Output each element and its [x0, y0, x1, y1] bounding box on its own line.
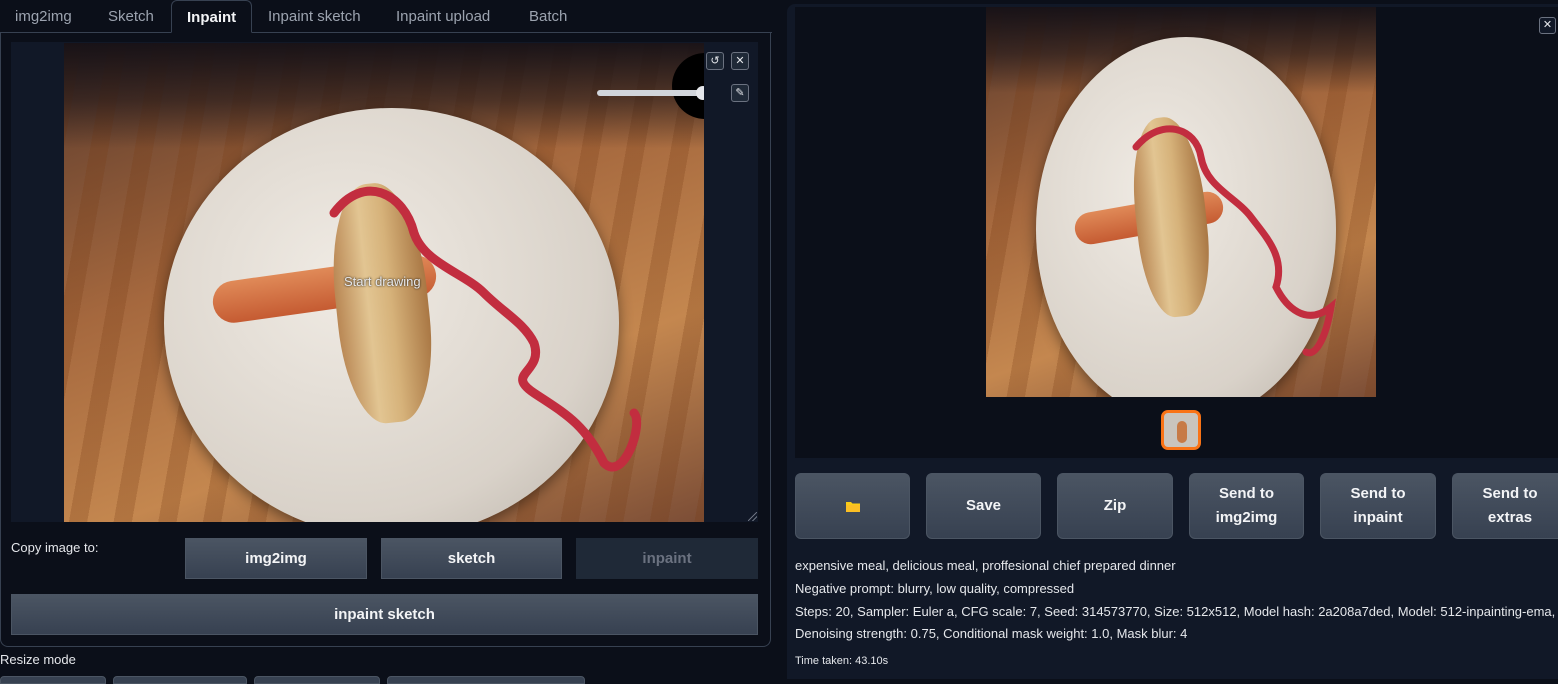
resize-mode-option[interactable]	[113, 676, 247, 684]
output-gallery	[795, 7, 1558, 458]
save-button[interactable]: Save	[926, 473, 1041, 539]
resize-handle[interactable]	[748, 512, 757, 521]
button-label-line1: Send to	[1350, 485, 1406, 502]
copy-to-sketch-button[interactable]: sketch	[381, 538, 562, 579]
output-image[interactable]	[986, 7, 1376, 397]
source-image[interactable]: Start drawing	[64, 43, 704, 522]
button-label-line2: inpaint	[1353, 509, 1403, 526]
resize-mode-option[interactable]	[0, 676, 106, 684]
tab-inpaint-upload[interactable]: Inpaint upload	[381, 0, 505, 33]
generation-params-continued: Denoising strength: 0.75, Conditional ma…	[795, 626, 1188, 641]
tab-batch[interactable]: Batch	[514, 0, 582, 33]
zip-button[interactable]: Zip	[1057, 473, 1173, 539]
button-label-line1: Send to	[1482, 485, 1538, 502]
close-icon[interactable]: ✕	[731, 52, 749, 70]
brush-size-thumb[interactable]	[696, 86, 704, 100]
inpaint-canvas[interactable]: Start drawing ↺ ✕ ✎	[11, 42, 758, 522]
copy-to-inpaint-button: inpaint	[576, 538, 758, 579]
brush-icon[interactable]: ✎	[731, 84, 749, 102]
button-label-line2: img2img	[1215, 509, 1278, 526]
tab-sketch[interactable]: Sketch	[93, 0, 169, 33]
generation-params: Steps: 20, Sampler: Euler a, CFG scale: …	[795, 604, 1556, 619]
resize-mode-label: Resize mode	[0, 652, 76, 667]
send-to-img2img-button[interactable]: Send to img2img	[1189, 473, 1304, 539]
button-label-line2: extras	[1487, 509, 1533, 526]
copy-to-img2img-button[interactable]: img2img	[185, 538, 367, 579]
time-taken: Time taken: 43.10s	[795, 655, 889, 667]
send-to-extras-button[interactable]: Send to extras	[1452, 473, 1558, 539]
copy-to-inpaint-sketch-button[interactable]: inpaint sketch	[11, 594, 758, 635]
button-label-line1: Send to	[1219, 485, 1274, 502]
tab-bar: img2img Sketch Inpaint Inpaint sketch In…	[0, 0, 772, 33]
generation-negative-prompt: Negative prompt: blurry, low quality, co…	[795, 581, 1075, 596]
tab-inpaint[interactable]: Inpaint	[171, 0, 253, 33]
gallery-thumbnail[interactable]	[1161, 410, 1201, 450]
canvas-placeholder: Start drawing	[344, 274, 421, 289]
brush-size-slider[interactable]	[597, 90, 704, 96]
open-folder-button[interactable]	[795, 473, 910, 539]
ketchup-drizzle	[1132, 125, 1336, 357]
folder-icon	[845, 502, 860, 512]
resize-mode-option[interactable]	[387, 676, 585, 684]
copy-image-label: Copy image to:	[11, 540, 99, 555]
tab-img2img[interactable]: img2img	[0, 0, 87, 33]
tab-inpaint-sketch[interactable]: Inpaint sketch	[253, 0, 376, 33]
undo-icon[interactable]: ↺	[706, 52, 724, 70]
close-icon[interactable]: ✕	[1539, 17, 1556, 34]
send-to-inpaint-button[interactable]: Send to inpaint	[1320, 473, 1436, 539]
resize-mode-option[interactable]	[254, 676, 380, 684]
generation-prompt: expensive meal, delicious meal, proffesi…	[795, 558, 1176, 573]
